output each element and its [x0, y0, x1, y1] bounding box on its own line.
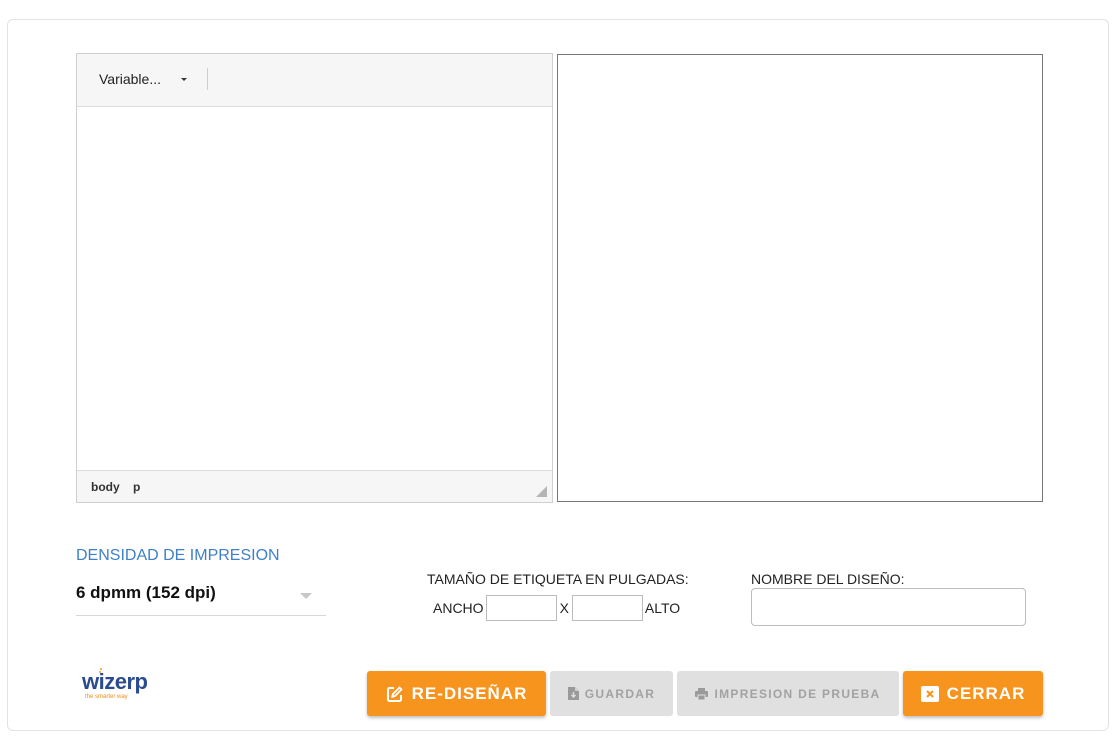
close-button-label: CERRAR — [946, 683, 1026, 703]
toolbar-separator — [207, 68, 208, 90]
design-name-label: NOMBRE DEL DISEÑO: — [751, 571, 905, 587]
size-separator: X — [559, 600, 569, 616]
dropdown-arrow-icon — [300, 593, 312, 599]
density-label: DENSIDAD DE IMPRESION — [76, 547, 280, 564]
label-size-title: TAMAÑO DE ETIQUETA EN PULGADAS: — [427, 571, 689, 587]
design-name-input[interactable] — [751, 588, 1026, 626]
label-preview — [557, 54, 1043, 502]
logo-wordmark: wizerp — [82, 669, 148, 694]
density-select[interactable]: 6 dpmm (152 dpi) — [76, 578, 326, 616]
close-button[interactable]: CERRAR — [903, 671, 1043, 716]
test-print-button-label: IMPRESION DE PRUEBA — [714, 686, 881, 701]
test-print-button[interactable]: IMPRESION DE PRUEBA — [677, 671, 899, 716]
editor-toolbar: Variable... — [77, 54, 552, 107]
wizerp-logo: wizerp the smarter way — [82, 668, 148, 701]
variables-dropdown[interactable]: Variable... — [99, 71, 187, 87]
caret-down-icon — [181, 77, 187, 81]
logo-tagline: the smarter way — [85, 694, 128, 700]
file-save-icon — [567, 687, 579, 700]
path-item-body[interactable]: body — [91, 480, 120, 494]
resize-handle-icon[interactable] — [536, 486, 547, 497]
close-box-icon — [920, 685, 939, 702]
height-label: ALTO — [644, 600, 681, 616]
save-button-label: GUARDAR — [584, 686, 656, 701]
redesign-button-label: RE-DISEÑAR — [411, 683, 528, 703]
element-path: body p — [91, 480, 150, 494]
editor-statusbar: body p — [77, 470, 552, 502]
width-label: ANCHO — [433, 600, 484, 616]
edit-icon — [386, 686, 402, 702]
logo-dots-icon — [99, 668, 103, 674]
editor-content-area[interactable] — [77, 107, 552, 471]
path-item-p[interactable]: p — [133, 480, 140, 494]
redesign-button[interactable]: RE-DISEÑAR — [367, 671, 546, 716]
label-size-row: ANCHO X ALTO — [433, 595, 680, 621]
variables-dropdown-label: Variable... — [99, 71, 161, 87]
width-input[interactable] — [485, 595, 557, 621]
printer-icon — [695, 687, 709, 700]
template-editor: Variable... body p — [76, 53, 553, 503]
height-input[interactable] — [571, 595, 643, 621]
save-button[interactable]: GUARDAR — [550, 671, 673, 716]
density-selected-value: 6 dpmm (152 dpi) — [76, 583, 216, 602]
